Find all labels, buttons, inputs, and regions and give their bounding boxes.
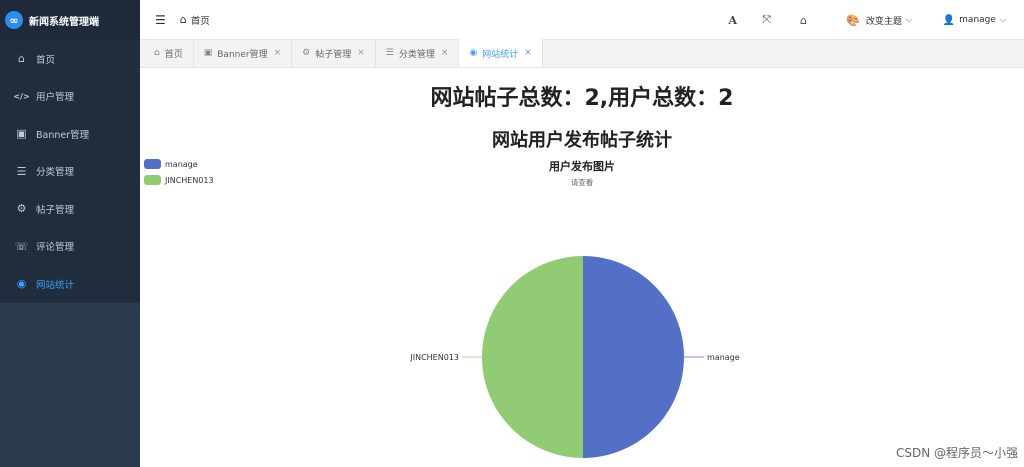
sidebar-item-label: 首页 <box>36 54 56 66</box>
home-icon: ⌂ <box>179 13 187 26</box>
list-icon: ☰ <box>385 48 394 58</box>
breadcrumb[interactable]: ⌂ 首页 <box>180 13 210 27</box>
tab-label: 网站统计 <box>482 49 519 60</box>
font-size-button[interactable]: A <box>728 14 737 27</box>
brand-title: 新闻系统管理端 <box>29 16 99 28</box>
sidebar-item-category[interactable]: ☰ 分类管理 <box>0 153 140 191</box>
chevron-down-icon: ⌵ <box>999 15 1006 24</box>
home-icon[interactable]: ⌂ <box>800 14 807 27</box>
pie-slice-manage[interactable] <box>583 256 684 458</box>
palette-icon: 🎨 <box>846 13 860 27</box>
close-icon[interactable]: × <box>524 48 532 58</box>
sidebar-item-banner[interactable]: ▣ Banner管理 <box>0 115 140 153</box>
image-icon: ▣ <box>16 127 27 141</box>
tab-label: 分类管理 <box>398 49 435 60</box>
csdn-watermark: CSDN @程序员～小强 <box>895 446 1018 460</box>
home-icon: ⌂ <box>154 48 160 58</box>
top-header: ☰ ⌂ 首页 A ⤧ ⌂ 🎨 改变主题 ⌵ 👤 manage ⌵ <box>140 0 1024 40</box>
tab-banner[interactable]: ▣ Banner管理 × <box>194 39 293 67</box>
code-icon: </> <box>13 91 30 101</box>
main-content: 网站帖子总数：2,用户总数：2 网站用户发布帖子统计 manage JINCHE… <box>140 68 1024 467</box>
close-icon[interactable]: × <box>441 48 449 58</box>
chevron-down-icon: ⌵ <box>905 15 912 24</box>
breadcrumb-home: 首页 <box>190 15 210 27</box>
theme-dropdown[interactable]: 🎨 改变主题 ⌵ <box>846 14 912 27</box>
user-icon: 👤 <box>942 14 956 26</box>
close-icon[interactable]: × <box>357 48 365 58</box>
sidebar-item-label: 帖子管理 <box>36 204 75 216</box>
pie-slice-jinchen013[interactable] <box>482 256 583 458</box>
image-icon: ▣ <box>203 48 213 58</box>
sidebar-item-home[interactable]: ⌂ 首页 <box>0 40 140 78</box>
tab-label: 首页 <box>164 49 183 60</box>
sidebar-item-comments[interactable]: ☏ 评论管理 <box>0 228 140 266</box>
sidebar-item-label: 用户管理 <box>36 92 75 104</box>
tab-label: 帖子管理 <box>315 49 352 60</box>
comments-icon: ☏ <box>14 239 29 253</box>
theme-label: 改变主题 <box>865 16 902 27</box>
brand: ∞ 新闻系统管理端 <box>0 0 140 40</box>
globe-icon: ◉ <box>16 277 27 291</box>
sidebar-item-users[interactable]: </> 用户管理 <box>0 78 140 116</box>
fullscreen-icon[interactable]: ⤧ <box>762 13 771 27</box>
tab-home[interactable]: ⌂ 首页 <box>140 39 194 67</box>
sidebar-item-stats[interactable]: ◉ 网站统计 <box>0 265 140 303</box>
user-dropdown[interactable]: 👤 manage ⌵ <box>943 15 1006 26</box>
sidebar-item-label: 评论管理 <box>36 242 75 254</box>
list-icon: ☰ <box>16 164 27 178</box>
tab-bar: ⌂ 首页 ▣ Banner管理 × ⚙ 帖子管理 × ☰ 分类管理 × ◉ 网站… <box>140 39 1024 68</box>
tab-stats[interactable]: ◉ 网站统计 × <box>459 39 543 67</box>
tab-category[interactable]: ☰ 分类管理 × <box>376 39 460 67</box>
close-icon[interactable]: × <box>274 48 282 58</box>
pie-label: JINCHEN013 <box>409 353 459 362</box>
tab-posts[interactable]: ⚙ 帖子管理 × <box>292 39 376 67</box>
sidebar-item-label: Banner管理 <box>36 129 90 141</box>
pie-chart: manage JINCHEN013 <box>409 256 740 458</box>
hamburger-icon[interactable]: ☰ <box>155 13 166 27</box>
home-icon: ⌂ <box>18 52 25 66</box>
tab-label: Banner管理 <box>217 49 268 60</box>
sidebar-item-label: 分类管理 <box>36 167 75 179</box>
gear-icon: ⚙ <box>16 202 27 216</box>
app-root: ∞ 新闻系统管理端 ⌂ 首页 </> 用户管理 ▣ Banner管理 ☰ 分类管… <box>0 0 1024 467</box>
sidebar: ∞ 新闻系统管理端 ⌂ 首页 </> 用户管理 ▣ Banner管理 ☰ 分类管… <box>0 0 140 467</box>
user-label: manage <box>959 15 996 25</box>
globe-icon: ◉ <box>469 48 478 58</box>
sidebar-item-posts[interactable]: ⚙ 帖子管理 <box>0 190 140 228</box>
sidebar-item-label: 网站统计 <box>36 279 75 291</box>
pie-label: manage <box>707 353 740 362</box>
sidebar-menu: ⌂ 首页 </> 用户管理 ▣ Banner管理 ☰ 分类管理 ⚙ 帖子管理 ☏… <box>0 40 140 303</box>
gear-icon: ⚙ <box>302 48 311 58</box>
brand-logo-icon: ∞ <box>5 11 23 29</box>
